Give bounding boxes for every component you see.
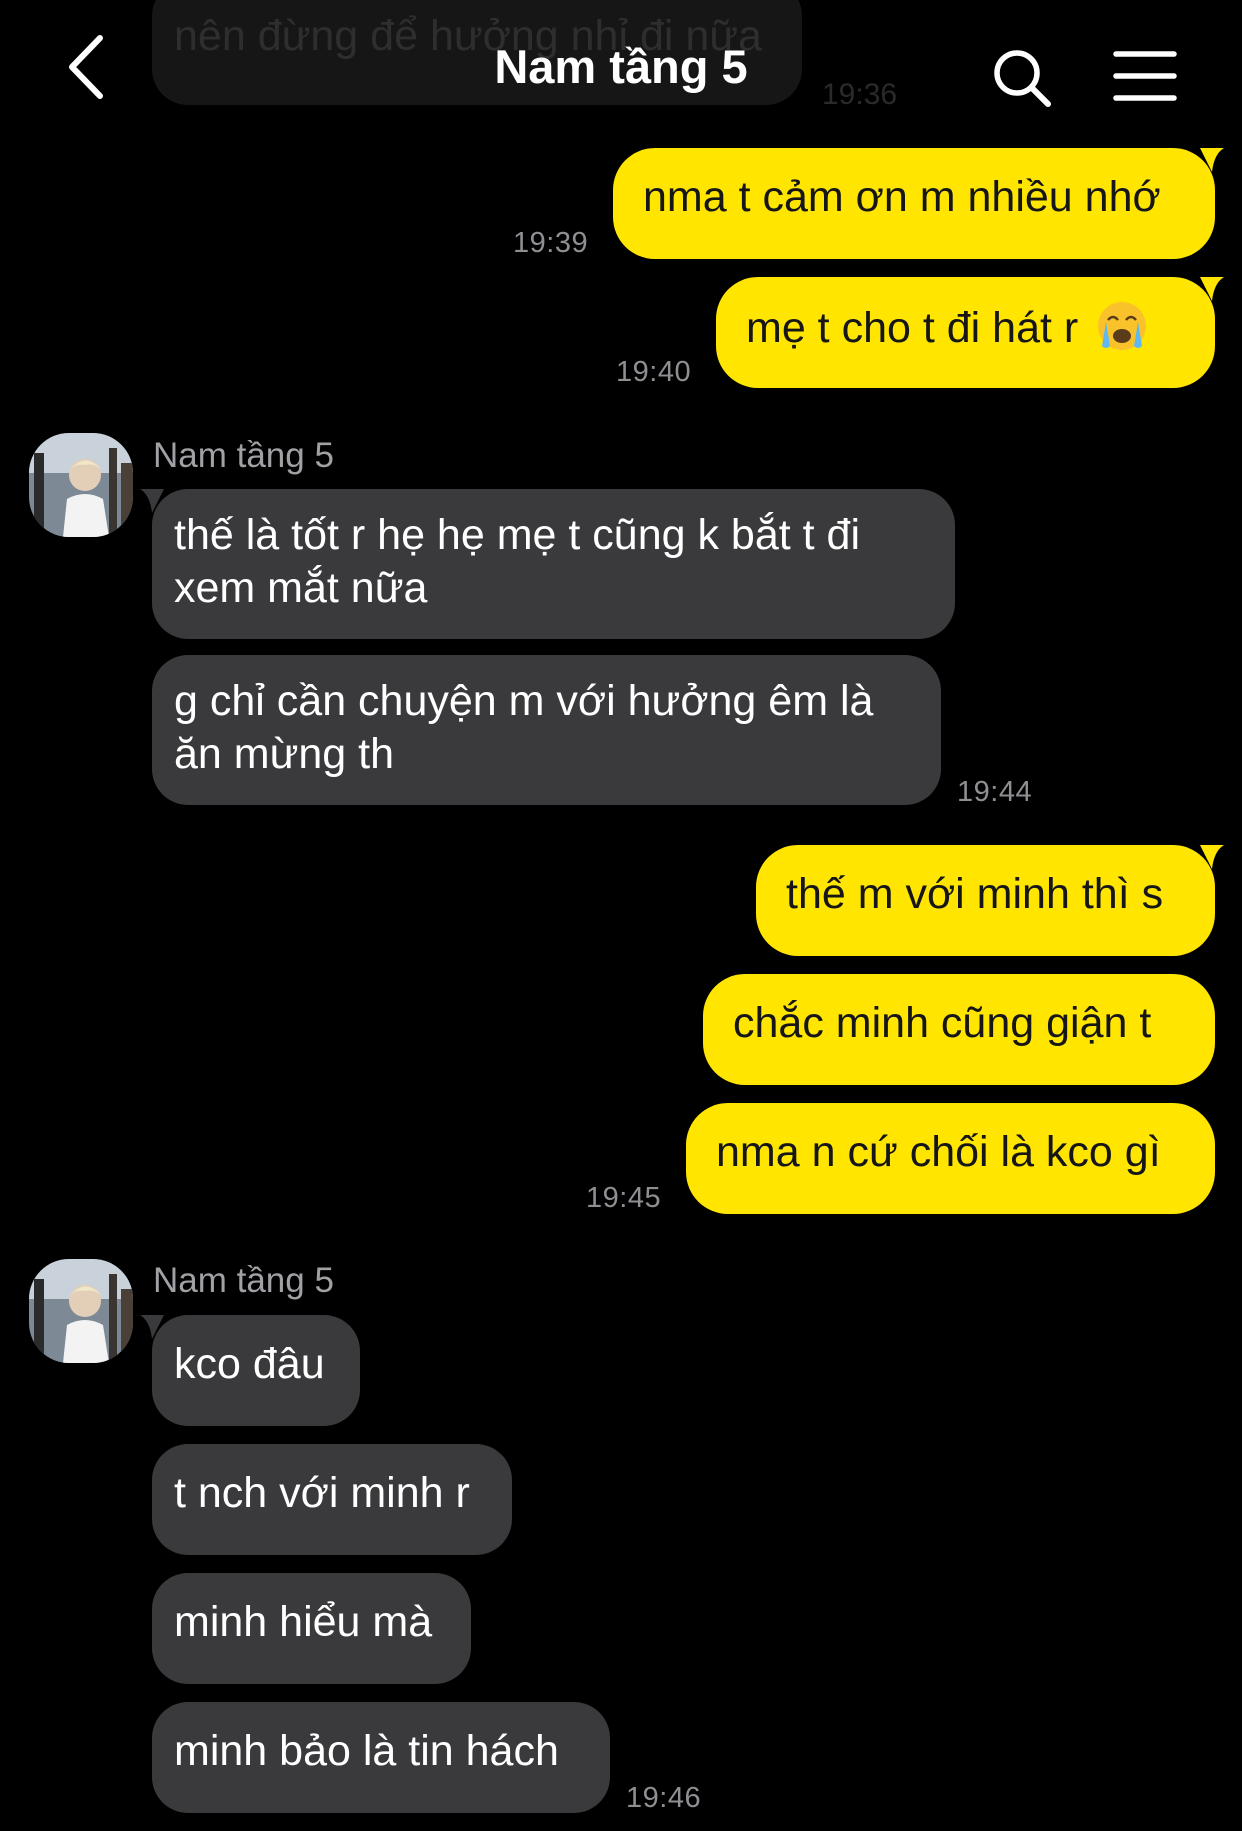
previous-message-bubble: nên đừng để hưởng nhỉ đi nữa	[152, 0, 802, 105]
previous-message-text: nên đừng để hưởng nhỉ đi nữa	[174, 12, 762, 60]
avatar-photo	[29, 1259, 133, 1363]
chevron-left-icon	[69, 35, 103, 99]
outgoing-message[interactable]: chắc minh cũng giận t	[703, 974, 1215, 1085]
message-text: t nch với minh r	[174, 1469, 470, 1517]
message-text-line: xem mắt nữa	[174, 564, 428, 612]
incoming-message[interactable]: minh hiểu mà	[152, 1573, 471, 1684]
outgoing-message[interactable]: mẹ t cho t đi hát r	[716, 277, 1215, 388]
previous-message-time: 19:36	[822, 78, 898, 111]
message-time: 19:40	[616, 356, 692, 388]
message-time: 19:45	[586, 1182, 662, 1214]
search-icon	[994, 50, 1051, 107]
message-text: nma t cảm ơn m nhiều nhớ	[643, 173, 1161, 221]
message-text: chắc minh cũng giận t	[733, 999, 1152, 1047]
message-text: nma n cứ chối là kco gì	[716, 1128, 1161, 1176]
message-text: minh hiểu mà	[174, 1598, 433, 1646]
back-button[interactable]	[60, 30, 120, 105]
avatar-photo	[29, 433, 133, 537]
message-text-line: thế là tốt r hẹ hẹ mẹ t cũng k bắt t đi	[174, 511, 861, 559]
incoming-message[interactable]: minh bảo là tin hách	[152, 1702, 610, 1813]
avatar[interactable]	[29, 1259, 133, 1363]
outgoing-message[interactable]: nma n cứ chối là kco gì	[686, 1103, 1215, 1214]
incoming-message[interactable]: kco đâu	[152, 1315, 360, 1426]
bubble-tail	[140, 489, 164, 513]
avatar[interactable]	[29, 433, 133, 537]
outgoing-message[interactable]: thế m với minh thì s	[756, 845, 1215, 956]
chat-header: nên đừng để hưởng nhỉ đi nữa 19:36 Nam t…	[0, 0, 1242, 120]
bubble-tail	[140, 1315, 164, 1339]
incoming-message[interactable]: thế là tốt r hẹ hẹ mẹ t cũng k bắt t đi …	[152, 489, 955, 639]
sender-name: Nam tầng 5	[153, 436, 334, 475]
sender-name: Nam tầng 5	[153, 1261, 334, 1300]
bubble-tail	[1200, 148, 1224, 172]
bubble-tail	[1200, 277, 1224, 301]
message-time: 19:39	[513, 227, 589, 259]
message-text-line: g chỉ cần chuyện m với hưởng êm là	[174, 677, 874, 725]
message-text-line: ăn mừng th	[174, 730, 395, 778]
outgoing-message[interactable]: nma t cảm ơn m nhiều nhớ	[613, 148, 1215, 259]
menu-icon	[1113, 51, 1177, 101]
message-text: thế m với minh thì s	[786, 870, 1164, 918]
message-text: kco đâu	[174, 1340, 325, 1388]
crying-face-icon	[1098, 302, 1147, 350]
message-text: minh bảo là tin hách	[174, 1727, 559, 1775]
bubble-tail	[1200, 845, 1224, 869]
message-time: 19:46	[626, 1782, 702, 1814]
incoming-message[interactable]: g chỉ cần chuyện m với hưởng êm là ăn mừ…	[152, 655, 941, 805]
message-text: mẹ t cho t đi hát r	[746, 304, 1079, 352]
incoming-message[interactable]: t nch với minh r	[152, 1444, 512, 1555]
message-time: 19:44	[957, 776, 1033, 808]
menu-button[interactable]	[1112, 48, 1178, 104]
search-button[interactable]	[990, 46, 1054, 110]
